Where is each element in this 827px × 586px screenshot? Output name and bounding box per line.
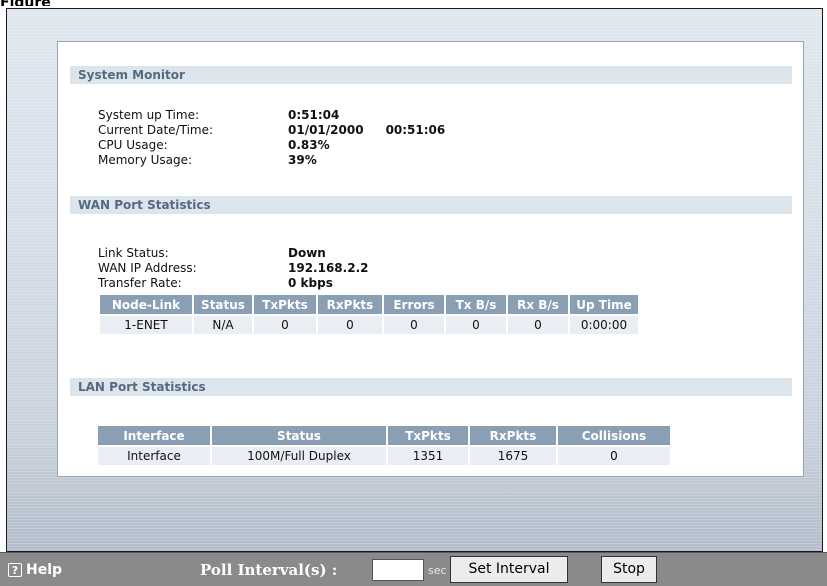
stop-button[interactable]: Stop (601, 556, 657, 583)
column-header: Errors (383, 295, 446, 316)
table-cell: 0:00:00 (569, 315, 640, 334)
column-header: TxPkts (387, 426, 470, 447)
poll-interval-input[interactable] (372, 559, 424, 581)
table-cell: 1675 (469, 446, 558, 465)
main-frame: System Monitor System up Time: 0:51:04 Cu… (6, 8, 823, 552)
table-row: Interface 100M/Full Duplex 1351 1675 0 (98, 446, 672, 465)
page-heading: Figure (0, 0, 60, 6)
table-cell: 0 (445, 315, 508, 334)
column-header: Status (193, 295, 254, 316)
column-header: Node-Link (100, 295, 194, 316)
poll-interval-label: Poll Interval(s) : (200, 561, 338, 579)
set-interval-button[interactable]: Set Interval (450, 556, 568, 583)
wan-statistics-header: WAN Port Statistics (70, 196, 792, 214)
table-header-row: Interface Status TxPkts RxPkts Collision… (98, 426, 672, 447)
table-cell: 0 (253, 315, 318, 334)
table-cell: Interface (98, 446, 212, 465)
table-cell: 0 (383, 315, 446, 334)
help-label: Help (26, 562, 63, 578)
table-header-row: Node-Link Status TxPkts RxPkts Errors Tx… (100, 295, 640, 316)
column-header: Rx B/s (507, 295, 570, 316)
transfer-rate-row: Transfer Rate: 0 kbps (98, 276, 333, 290)
table-cell: N/A (193, 315, 254, 334)
column-header: Collisions (557, 426, 672, 447)
system-uptime-row: System up Time: 0:51:04 (98, 108, 340, 122)
column-header: Tx B/s (445, 295, 508, 316)
column-header: Status (211, 426, 388, 447)
poll-interval-unit: sec (428, 564, 447, 577)
table-cell: 0 (557, 446, 672, 465)
cpu-usage-row: CPU Usage: 0.83% (98, 138, 330, 152)
table-cell: 1351 (387, 446, 470, 465)
link-status-row: Link Status: Down (98, 246, 326, 260)
table-cell: 0 (507, 315, 570, 334)
lan-statistics-table: Interface Status TxPkts RxPkts Collision… (98, 426, 672, 465)
column-header: RxPkts (317, 295, 384, 316)
table-cell: 100M/Full Duplex (211, 446, 388, 465)
current-datetime-row: Current Date/Time: 01/01/2000 00:51:06 (98, 123, 446, 137)
table-row: 1-ENET N/A 0 0 0 0 0 0:00:00 (100, 315, 640, 334)
wan-statistics-table: Node-Link Status TxPkts RxPkts Errors Tx… (100, 295, 640, 334)
lan-statistics-header: LAN Port Statistics (70, 378, 792, 396)
system-monitor-values: System up Time: 0:51:04 Current Date/Time… (98, 108, 445, 168)
help-icon: ? (8, 563, 22, 577)
table-cell: 0 (317, 315, 384, 334)
status-panel: System Monitor System up Time: 0:51:04 Cu… (57, 41, 804, 477)
system-monitor-header: System Monitor (70, 66, 792, 84)
help-link[interactable]: ? Help (8, 562, 62, 578)
column-header: TxPkts (253, 295, 318, 316)
wan-ip-row: WAN IP Address: 192.168.2.2 (98, 261, 369, 275)
column-header: Interface (98, 426, 212, 447)
column-header: Up Time (569, 295, 640, 316)
memory-usage-row: Memory Usage: 39% (98, 153, 317, 167)
table-cell: 1-ENET (100, 315, 194, 334)
wan-values: Link Status: Down WAN IP Address: 192.168.… (98, 246, 368, 291)
bottom-toolbar: ? Help Poll Interval(s) : sec Set Interv… (0, 552, 827, 586)
column-header: RxPkts (469, 426, 558, 447)
